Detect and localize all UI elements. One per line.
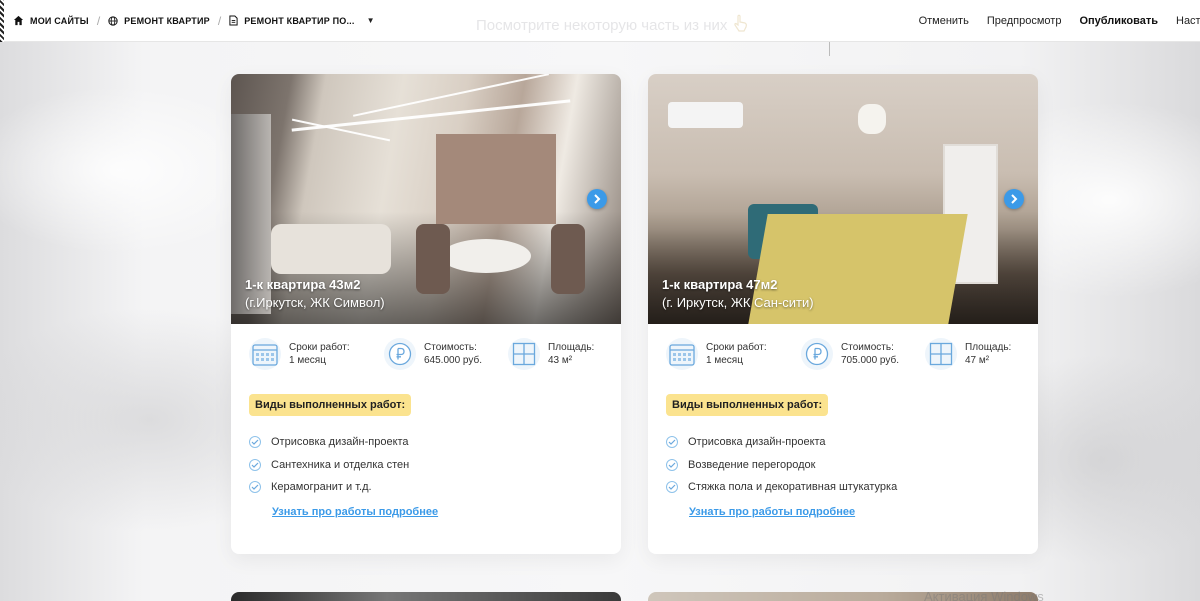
work-label: Керамогранит и т.д. [271,481,372,494]
chair-decor [416,224,450,294]
table-decor [441,239,531,273]
breadcrumb-label: Мои сайты [30,15,89,26]
breadcrumb-label: Ремонт квартир [124,15,210,26]
chandelier-decor [858,104,886,134]
globe-icon [108,15,118,26]
toolbar-actions: Отменить Предпросмотр Опубликовать Настр [919,0,1200,42]
home-icon [13,15,24,26]
works-list: Отрисовка дизайн-проекта Сантехника и от… [249,431,621,499]
stat-duration: Сроки работ: 1 месяц [666,338,801,370]
check-icon [666,481,678,494]
sofa-decor [271,224,391,274]
work-label: Возведение перегородок [688,458,816,471]
carousel-next-button[interactable] [587,189,607,209]
breadcrumb: Мои сайты / Ремонт квартир / Ремонт квар… [13,14,375,28]
breadcrumb-separator: / [217,13,222,28]
stat-label: Стоимость: [841,342,894,353]
check-icon [249,458,261,471]
settings-button[interactable]: Настр [1176,15,1200,27]
work-label: Сантехника и отделка стен [271,458,410,471]
project-photo: 1-к квартира 43м2 (г.Иркутск, ЖК Символ) [231,74,621,324]
project-stats: Сроки работ: 1 месяц Стоимость: 645.000 … [231,324,621,370]
project-title: 1-к квартира 47м2 [662,277,778,292]
divider [829,42,830,56]
calendar-icon [249,338,281,370]
project-stats: Сроки работ: 1 месяц Стоимость: 705.000 … [648,324,1038,370]
stat-duration: Сроки работ: 1 месяц [249,338,384,370]
works-badge: Виды выполненных работ: [249,394,412,416]
stat-label: Сроки работ: [706,342,767,353]
publish-button[interactable]: Опубликовать [1079,15,1158,27]
work-label: Отрисовка дизайн-проекта [271,436,409,449]
breadcrumb-my-sites[interactable]: Мои сайты [13,15,89,26]
stat-label: Площадь: [965,342,1012,353]
carousel-next-button[interactable] [1004,189,1024,209]
breadcrumb-site[interactable]: Ремонт квартир [108,16,210,26]
breadcrumb-label: Ремонт квартир по... [244,15,355,26]
air-conditioner-decor [668,102,743,128]
project-photo: 1-к квартира 47м2 (г. Иркутск, ЖК Сан-си… [648,74,1038,324]
page-icon [229,15,238,26]
stat-area: Площадь: 47 м² [925,338,1035,370]
project-card: 1-к квартира 47м2 (г. Иркутск, ЖК Сан-си… [648,74,1038,554]
work-label: Отрисовка дизайн-проекта [688,436,826,449]
project-subtitle: (г. Иркутск, ЖК Сан-сити) [662,295,814,310]
chevron-right-icon [594,194,601,204]
stat-value: 1 месяц [706,355,743,366]
stat-value: 705.000 руб. [841,355,899,366]
project-card-partial [231,592,621,601]
list-item: Отрисовка дизайн-проекта [249,431,621,454]
ruble-icon [384,338,416,370]
list-item: Стяжка пола и декоративная штукатурка [666,476,1038,499]
project-card: 1-к квартира 43м2 (г.Иркутск, ЖК Символ)… [231,74,621,554]
project-title: 1-к квартира 43м2 [245,277,361,292]
kitchen-decor [436,134,556,224]
breadcrumb-page[interactable]: Ремонт квартир по... ▼ [229,15,375,26]
cancel-button[interactable]: Отменить [919,15,969,27]
area-icon [508,338,540,370]
ruble-icon [801,338,833,370]
preview-button[interactable]: Предпросмотр [987,15,1062,27]
works-badge: Виды выполненных работ: [666,394,829,416]
breadcrumb-separator: / [96,13,101,28]
windows-activation-watermark: Активация Windows [924,589,1044,601]
section-heading-text: Посмотрите некоторую часть из них [476,16,728,34]
stat-area: Площадь: 43 м² [508,338,618,370]
stat-value: 43 м² [548,355,573,366]
pointing-hand-icon [733,14,749,36]
project-subtitle: (г.Иркутск, ЖК Символ) [245,295,385,310]
more-details-link[interactable]: Узнать про работы подробнее [689,506,855,518]
list-item: Отрисовка дизайн-проекта [666,431,1038,454]
area-icon [925,338,957,370]
list-item: Керамогранит и т.д. [249,476,621,499]
stat-value: 47 м² [965,355,990,366]
section-heading-ghost: Посмотрите некоторую часть из них [476,14,749,36]
stat-value: 1 месяц [289,355,326,366]
more-details-link[interactable]: Узнать про работы подробнее [272,506,438,518]
stat-value: 645.000 руб. [424,355,482,366]
works-list: Отрисовка дизайн-проекта Возведение пере… [666,431,1038,499]
chair-decor [551,224,585,294]
list-item: Сантехника и отделка стен [249,454,621,477]
ceiling-light-line [352,74,550,117]
chevron-down-icon[interactable]: ▼ [367,16,375,25]
check-icon [249,436,261,449]
list-item: Возведение перегородок [666,454,1038,477]
stat-label: Стоимость: [424,342,477,353]
check-icon [666,458,678,471]
stat-label: Площадь: [548,342,595,353]
calendar-icon [666,338,698,370]
stat-cost: Стоимость: 705.000 руб. [801,338,925,370]
editor-toolbar: Мои сайты / Ремонт квартир / Ремонт квар… [0,0,1200,42]
check-icon [249,481,261,494]
stat-label: Сроки работ: [289,342,350,353]
chevron-right-icon [1011,194,1018,204]
toolbar-edge [0,0,4,42]
stat-cost: Стоимость: 645.000 руб. [384,338,508,370]
check-icon [666,436,678,449]
work-label: Стяжка пола и декоративная штукатурка [688,481,898,494]
